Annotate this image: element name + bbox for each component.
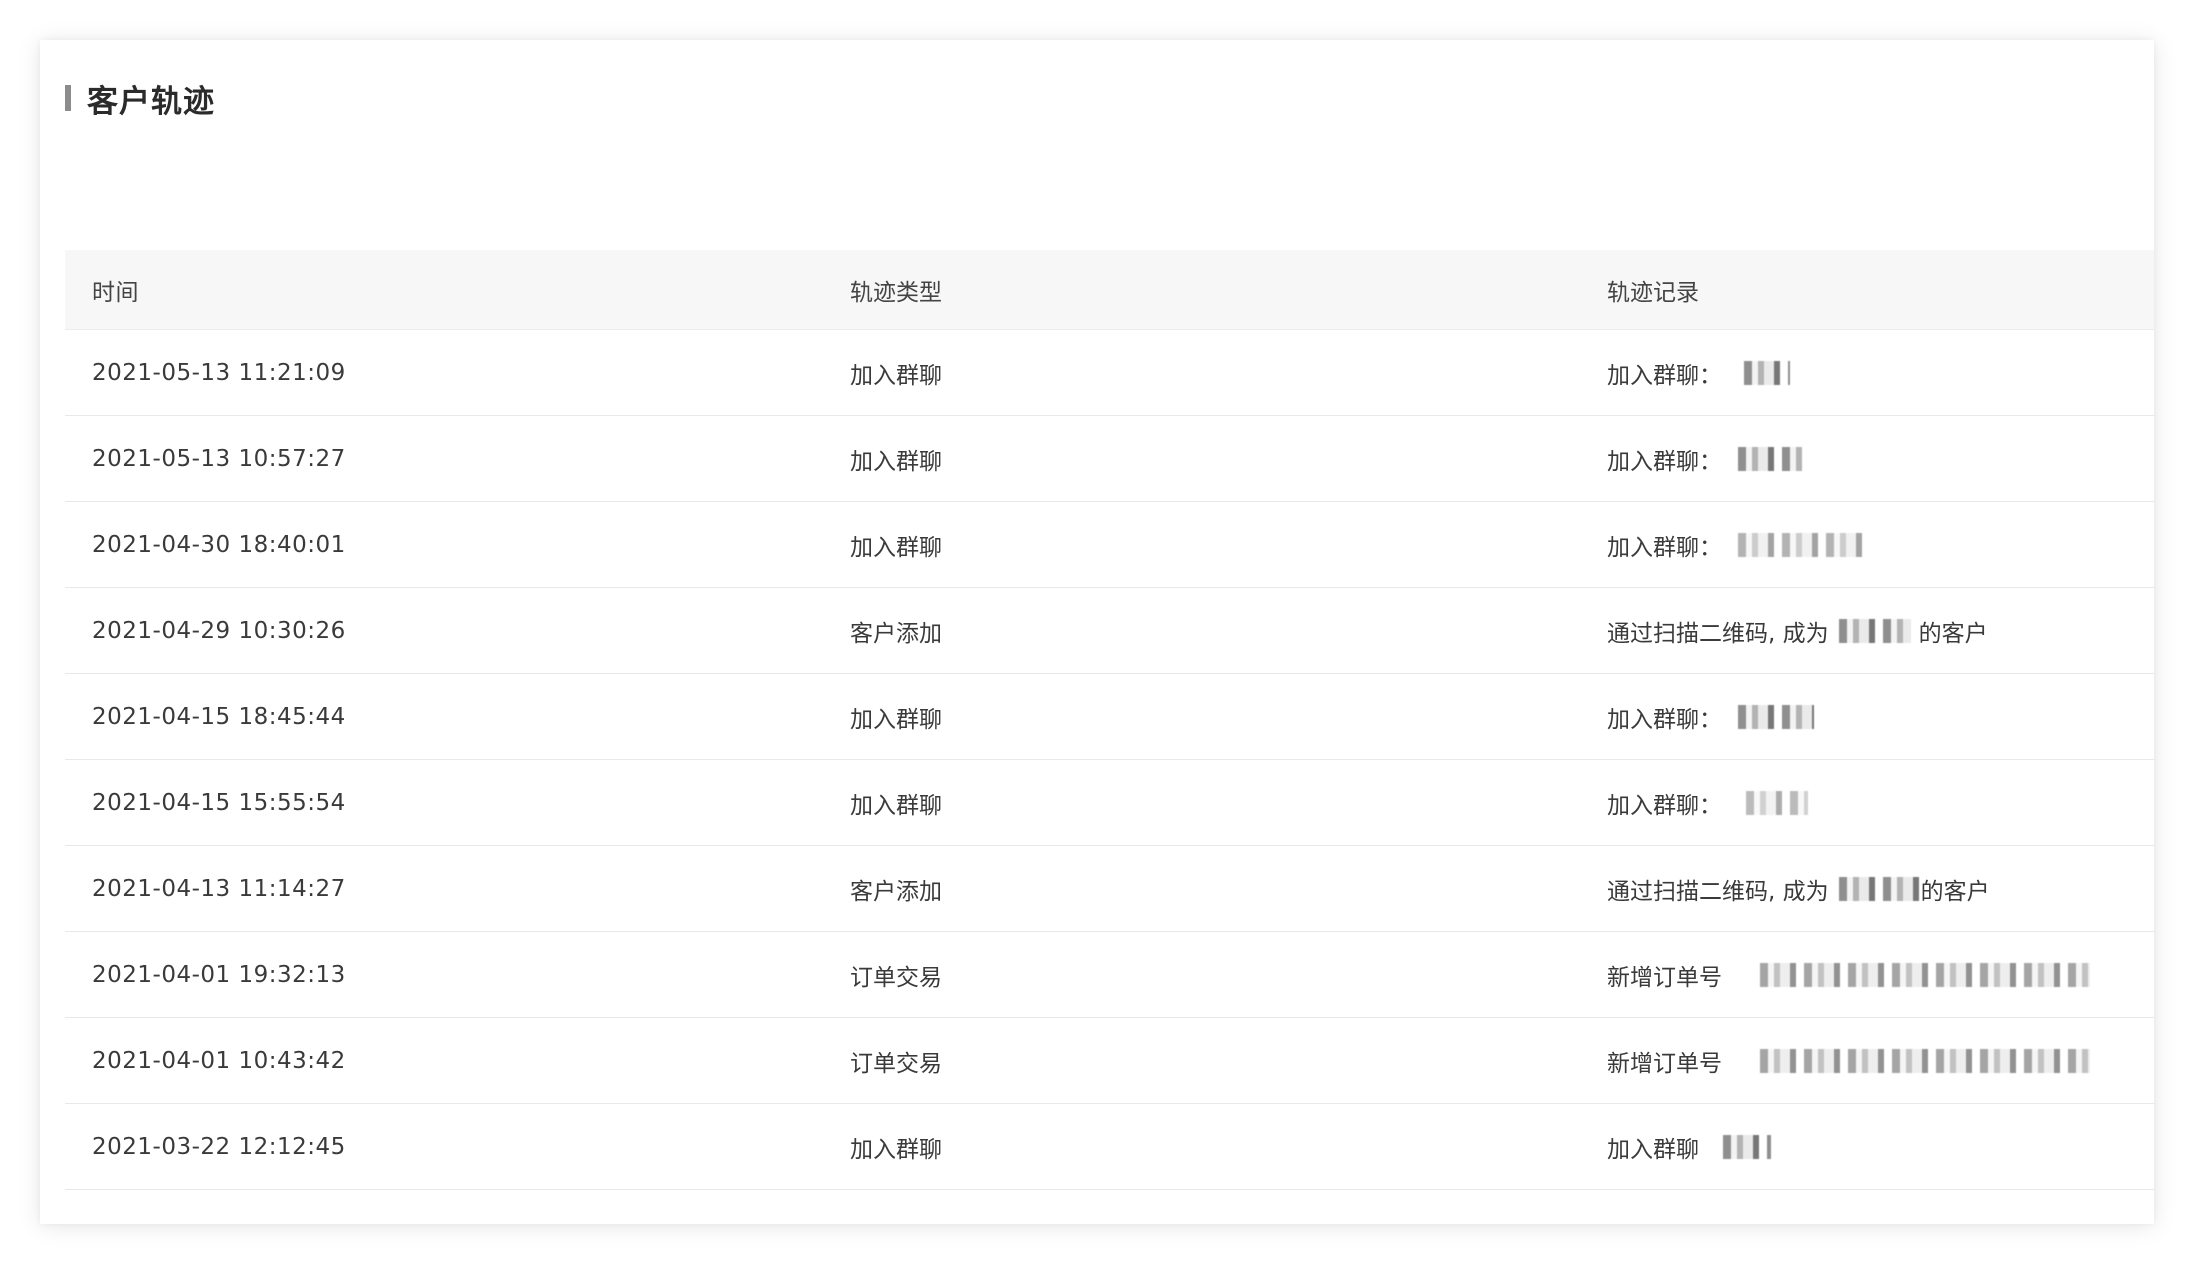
record-prefix: 通过扫描二维码, 成为 bbox=[1607, 878, 1829, 905]
record-prefix: 加入群聊： bbox=[1607, 362, 1722, 389]
panel-header: 客户轨迹 bbox=[65, 76, 215, 120]
record-cell: 加入群聊： bbox=[1582, 356, 2154, 390]
time-cell: 2021-04-01 10:43:42 bbox=[92, 1047, 346, 1074]
type-cell: 加入群聊 bbox=[850, 1136, 942, 1163]
type-cell: 客户添加 bbox=[850, 620, 942, 647]
record-cell: 通过扫描二维码, 成为 的客户 bbox=[1582, 614, 2154, 648]
record-cell: 新增订单号 bbox=[1582, 1044, 2154, 1078]
record-cell: 通过扫描二维码, 成为 的客户 bbox=[1582, 872, 2154, 906]
table-row: 2021-03-22 12:12:45 加入群聊 加入群聊 bbox=[65, 1104, 2154, 1190]
time-cell: 2021-04-15 15:55:54 bbox=[92, 789, 346, 816]
redacted-group-name bbox=[1738, 704, 1814, 729]
redacted-order-number bbox=[1760, 1048, 2090, 1073]
type-cell: 订单交易 bbox=[850, 964, 942, 991]
trajectory-table: 时间 轨迹类型 轨迹记录 2021-05-13 11:21:09 加入群聊 加入… bbox=[65, 250, 2154, 1190]
record-prefix: 加入群聊： bbox=[1607, 534, 1722, 561]
panel-title: 客户轨迹 bbox=[87, 83, 215, 120]
table-row: 2021-04-01 10:43:42 订单交易 新增订单号 bbox=[65, 1018, 2154, 1104]
table-row: 2021-05-13 10:57:27 加入群聊 加入群聊： bbox=[65, 416, 2154, 502]
header-type: 轨迹类型 bbox=[850, 279, 942, 306]
time-cell: 2021-05-13 11:21:09 bbox=[92, 359, 346, 386]
type-cell: 加入群聊 bbox=[850, 362, 942, 389]
title-accent-bar bbox=[65, 85, 71, 111]
redacted-group-name bbox=[1738, 446, 1802, 471]
redacted-staff-name bbox=[1838, 618, 1911, 643]
record-prefix: 新增订单号 bbox=[1607, 1050, 1722, 1077]
record-prefix: 通过扫描二维码, 成为 bbox=[1607, 620, 1829, 647]
time-cell: 2021-04-30 18:40:01 bbox=[92, 531, 346, 558]
customer-trajectory-panel: 客户轨迹 时间 轨迹类型 轨迹记录 2021-05-13 11:21:09 加入… bbox=[40, 40, 2154, 1224]
record-prefix: 加入群聊： bbox=[1607, 706, 1722, 733]
type-cell: 订单交易 bbox=[850, 1050, 942, 1077]
time-cell: 2021-04-01 19:32:13 bbox=[92, 961, 346, 988]
type-cell: 加入群聊 bbox=[850, 706, 942, 733]
type-cell: 客户添加 bbox=[850, 878, 942, 905]
type-cell: 加入群聊 bbox=[850, 534, 942, 561]
table-row: 2021-04-29 10:30:26 客户添加 通过扫描二维码, 成为 的客户 bbox=[65, 588, 2154, 674]
record-prefix: 新增订单号 bbox=[1607, 964, 1722, 991]
redacted-group-name bbox=[1738, 532, 1870, 557]
time-cell: 2021-03-22 12:12:45 bbox=[92, 1133, 346, 1160]
time-cell: 2021-04-29 10:30:26 bbox=[92, 617, 346, 644]
table-row: 2021-05-13 11:21:09 加入群聊 加入群聊： bbox=[65, 330, 2154, 416]
record-cell: 加入群聊： bbox=[1582, 528, 2154, 562]
table-header-row: 时间 轨迹类型 轨迹记录 bbox=[65, 250, 2154, 330]
redacted-order-number bbox=[1760, 962, 2090, 987]
table-row: 2021-04-30 18:40:01 加入群聊 加入群聊： bbox=[65, 502, 2154, 588]
table-row: 2021-04-15 15:55:54 加入群聊 加入群聊： bbox=[65, 760, 2154, 846]
redacted-group-name bbox=[1746, 790, 1808, 815]
record-cell: 加入群聊 bbox=[1582, 1130, 2154, 1164]
header-time: 时间 bbox=[92, 279, 139, 306]
record-prefix: 加入群聊： bbox=[1607, 448, 1722, 475]
redacted-group-name bbox=[1744, 360, 1790, 385]
record-suffix: 的客户 bbox=[1920, 878, 1990, 905]
time-cell: 2021-04-13 11:14:27 bbox=[92, 875, 346, 902]
table-row: 2021-04-01 19:32:13 订单交易 新增订单号 bbox=[65, 932, 2154, 1018]
time-cell: 2021-05-13 10:57:27 bbox=[92, 445, 346, 472]
record-prefix: 加入群聊 bbox=[1607, 1136, 1699, 1163]
redacted-group-name bbox=[1723, 1134, 1771, 1159]
record-cell: 加入群聊： bbox=[1582, 786, 2154, 820]
record-cell: 加入群聊： bbox=[1582, 700, 2154, 734]
type-cell: 加入群聊 bbox=[850, 448, 942, 475]
time-cell: 2021-04-15 18:45:44 bbox=[92, 703, 346, 730]
redacted-staff-name bbox=[1838, 876, 1919, 901]
header-record: 轨迹记录 bbox=[1607, 279, 1699, 306]
table-row: 2021-04-13 11:14:27 客户添加 通过扫描二维码, 成为 的客户 bbox=[65, 846, 2154, 932]
type-cell: 加入群聊 bbox=[850, 792, 942, 819]
record-suffix: 的客户 bbox=[1918, 620, 1988, 647]
record-prefix: 加入群聊： bbox=[1607, 792, 1722, 819]
record-cell: 新增订单号 bbox=[1582, 958, 2154, 992]
table-row: 2021-04-15 18:45:44 加入群聊 加入群聊： bbox=[65, 674, 2154, 760]
record-cell: 加入群聊： bbox=[1582, 442, 2154, 476]
